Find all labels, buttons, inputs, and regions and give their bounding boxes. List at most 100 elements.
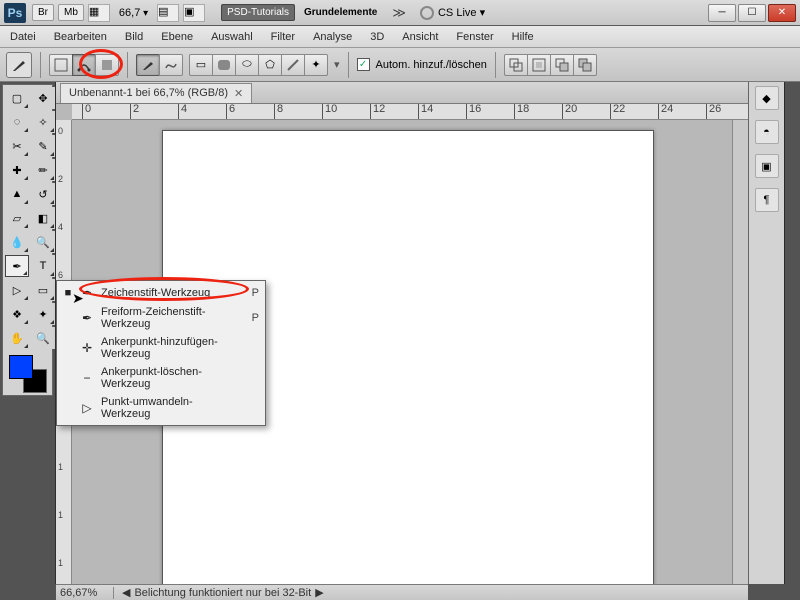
mode-fillpixels-button[interactable] bbox=[95, 54, 119, 76]
pathop-intersect-button[interactable] bbox=[550, 54, 574, 76]
shape-dropdown-icon[interactable]: ▾ bbox=[334, 58, 340, 71]
pathop-add-button[interactable] bbox=[504, 54, 528, 76]
tool-hand[interactable]: ✋ bbox=[5, 327, 29, 349]
menu-analyse[interactable]: Analyse bbox=[311, 29, 354, 45]
tool-marquee[interactable]: ▢ bbox=[5, 87, 29, 109]
workspace-more-icon[interactable]: ≫ bbox=[392, 5, 406, 21]
cslive-label[interactable]: CS Live ▾ bbox=[438, 6, 485, 19]
menu-fenster[interactable]: Fenster bbox=[454, 29, 495, 45]
status-zoom[interactable]: 66,67% bbox=[56, 587, 114, 599]
color-swatch[interactable] bbox=[9, 355, 47, 393]
extra-widget-icon[interactable]: ▣ bbox=[183, 4, 205, 22]
auto-add-delete-checkbox[interactable]: ✓ bbox=[357, 58, 370, 71]
tool-dodge[interactable]: 🔍 bbox=[31, 231, 55, 253]
shape-polygon-button[interactable]: ⬠ bbox=[258, 54, 282, 76]
tool-mode-cluster bbox=[49, 54, 119, 76]
ruler-tick: 14 bbox=[418, 104, 466, 119]
tool-wand[interactable]: ✧ bbox=[31, 111, 55, 133]
menu-bild[interactable]: Bild bbox=[123, 29, 145, 45]
ruler-tick: 0 bbox=[58, 126, 63, 136]
tool-shape[interactable]: ▭ bbox=[31, 279, 55, 301]
flyout-item-delete-anchor[interactable]: − Ankerpunkt-löschen-Werkzeug bbox=[57, 363, 265, 393]
status-bar: 66,67% ◀ Belichtung funktioniert nur bei… bbox=[56, 584, 748, 600]
flyout-item-freeform-pen[interactable]: ✒ Freiform-Zeichenstift-Werkzeug P bbox=[57, 303, 265, 333]
tool-blur[interactable]: 💧 bbox=[5, 231, 29, 253]
shape-roundrect-button[interactable] bbox=[212, 54, 236, 76]
tool-lasso[interactable]: ◌ bbox=[5, 111, 29, 133]
tool-eyedropper[interactable]: ✎ bbox=[31, 135, 55, 157]
flyout-item-pen[interactable]: ■ ✒ Zeichenstift-Werkzeug P bbox=[57, 283, 265, 303]
window-maximize-button[interactable]: ☐ bbox=[738, 4, 766, 22]
menu-3d[interactable]: 3D bbox=[368, 29, 386, 45]
screenmode-icon[interactable]: ▦ bbox=[88, 4, 110, 22]
document-tab[interactable]: Unbenannt-1 bei 66,7% (RGB/8) ✕ bbox=[60, 83, 252, 103]
panel-paths-icon[interactable]: ▣ bbox=[755, 154, 779, 178]
mode-shapelayer-button[interactable] bbox=[49, 54, 73, 76]
mode-paths-button[interactable] bbox=[72, 54, 96, 76]
tool-gradient[interactable]: ◧ bbox=[31, 207, 55, 229]
workspace-other[interactable]: Grundelemente bbox=[299, 5, 382, 20]
window-minimize-button[interactable]: ─ bbox=[708, 4, 736, 22]
ruler-tick: 6 bbox=[58, 270, 63, 280]
convert-point-icon: ▷ bbox=[79, 401, 95, 415]
tool-pen[interactable]: ✒ bbox=[5, 255, 29, 277]
foreground-color[interactable] bbox=[9, 355, 33, 379]
ruler-horizontal[interactable]: 024681012141618202224262830 bbox=[72, 104, 748, 120]
status-nav-right-icon[interactable]: ▶ bbox=[315, 586, 323, 599]
ruler-tick: 4 bbox=[58, 222, 63, 232]
tool-eraser[interactable]: ▱ bbox=[5, 207, 29, 229]
title-bar: Ps Br Mb ▦ 66,7 ▾ ▤ ▣ PSD-Tutorials Grun… bbox=[0, 0, 800, 26]
bridge-badge[interactable]: Br bbox=[32, 4, 54, 21]
tool-crop[interactable]: ✂ bbox=[5, 135, 29, 157]
flyout-shortcut: P bbox=[245, 312, 259, 324]
pen-variant-freeform-button[interactable] bbox=[159, 54, 183, 76]
workspace-active[interactable]: PSD-Tutorials bbox=[221, 4, 295, 21]
cslive-icon[interactable] bbox=[420, 6, 434, 20]
flyout-item-convert-point[interactable]: ▷ Punkt-umwandeln-Werkzeug bbox=[57, 393, 265, 423]
shape-line-button[interactable] bbox=[281, 54, 305, 76]
flyout-label: Zeichenstift-Werkzeug bbox=[101, 287, 239, 299]
shape-ellipse-button[interactable]: ⬭ bbox=[235, 54, 259, 76]
tool-3dcam[interactable]: ✦ bbox=[31, 303, 55, 325]
pathop-exclude-button[interactable] bbox=[573, 54, 597, 76]
shape-custom-button[interactable]: ✦ bbox=[304, 54, 328, 76]
tool-path-select[interactable]: ▷ bbox=[5, 279, 29, 301]
panel-paragraph-icon[interactable]: ¶ bbox=[755, 188, 779, 212]
menu-auswahl[interactable]: Auswahl bbox=[209, 29, 255, 45]
tool-move[interactable]: ✥ bbox=[31, 87, 55, 109]
tool-3d[interactable]: ❖ bbox=[5, 303, 29, 325]
tool-history[interactable]: ↺ bbox=[31, 183, 55, 205]
scrollbar-vertical[interactable] bbox=[732, 120, 748, 584]
panel-layers-icon[interactable]: ◆ bbox=[755, 86, 779, 110]
arrange-docs-icon[interactable]: ▤ bbox=[157, 4, 179, 22]
pen-variant-pen-button[interactable] bbox=[136, 54, 160, 76]
menu-datei[interactable]: Datei bbox=[8, 29, 38, 45]
tool-brush[interactable]: ✏ bbox=[31, 159, 55, 181]
menu-filter[interactable]: Filter bbox=[269, 29, 297, 45]
current-tool-icon[interactable] bbox=[6, 52, 32, 78]
app-icon: Ps bbox=[4, 3, 26, 23]
flyout-item-add-anchor[interactable]: ✛ Ankerpunkt-hinzufügen-Werkzeug bbox=[57, 333, 265, 363]
pen-variant-cluster bbox=[136, 54, 183, 76]
tool-type[interactable]: T bbox=[31, 255, 55, 277]
menu-ebene[interactable]: Ebene bbox=[159, 29, 195, 45]
ruler-tick: 6 bbox=[226, 104, 274, 119]
status-nav-left-icon[interactable]: ◀ bbox=[122, 586, 130, 599]
shape-rect-button[interactable]: ▭ bbox=[189, 54, 213, 76]
tool-zoom[interactable]: 🔍 bbox=[31, 327, 55, 349]
minibridge-badge[interactable]: Mb bbox=[58, 4, 84, 21]
tool-heal[interactable]: ✚ bbox=[5, 159, 29, 181]
ruler-tick: 1 bbox=[58, 558, 63, 568]
auto-add-delete-label: Autom. hinzuf./löschen bbox=[376, 59, 487, 71]
menu-hilfe[interactable]: Hilfe bbox=[510, 29, 536, 45]
tool-stamp[interactable]: ▲ bbox=[5, 183, 29, 205]
delete-anchor-icon: − bbox=[79, 371, 95, 385]
document-tab-title: Unbenannt-1 bei 66,7% (RGB/8) bbox=[69, 87, 228, 99]
pathop-subtract-button[interactable] bbox=[527, 54, 551, 76]
window-close-button[interactable]: ✕ bbox=[768, 4, 796, 22]
menu-ansicht[interactable]: Ansicht bbox=[400, 29, 440, 45]
menu-bearbeiten[interactable]: Bearbeiten bbox=[52, 29, 109, 45]
zoom-label[interactable]: 66,7 ▾ bbox=[114, 5, 153, 21]
document-tab-close-icon[interactable]: ✕ bbox=[234, 87, 243, 100]
panel-channels-icon[interactable]: ◓ bbox=[755, 120, 779, 144]
